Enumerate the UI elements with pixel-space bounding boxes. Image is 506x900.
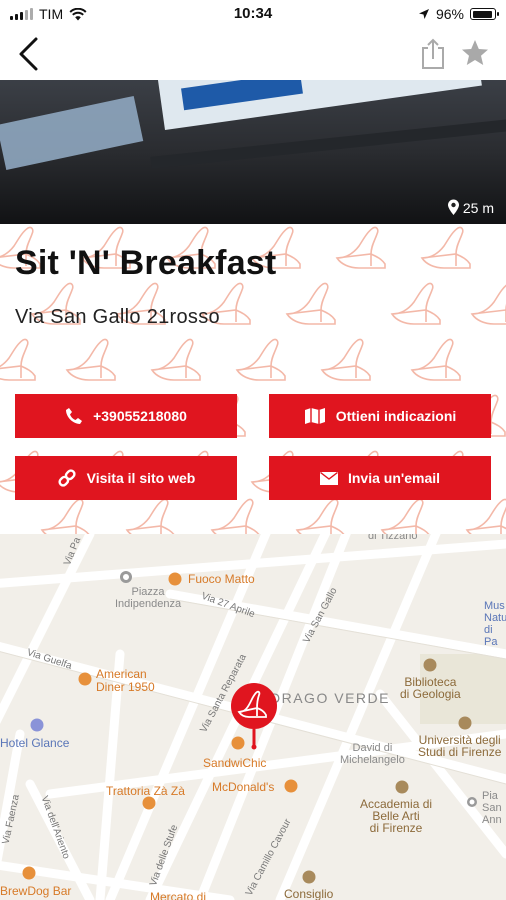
location-pin-icon [447, 199, 459, 215]
website-button[interactable]: Visita il sito web [15, 456, 237, 500]
venue-marker-icon[interactable] [229, 682, 279, 750]
map-label-consiglio: Consiglio [284, 887, 334, 900]
distance-value: 25 m [462, 199, 494, 216]
map-label-tizzano: di Tizzano [368, 534, 418, 542]
restaurant-icon [78, 672, 92, 686]
map-label-trattoria: Trattoria Zà Zà [106, 784, 185, 798]
map-label-mercato: Mercato di [150, 890, 207, 900]
call-button-label: +39055218080 [93, 408, 187, 424]
distance-badge: 25 m [447, 199, 494, 216]
email-button-label: Invia un'email [347, 470, 441, 486]
map-label-piazza: Piazza Indipendenza [115, 586, 181, 610]
map-label-biblioteca: Biblioteca di Geologia [400, 675, 461, 701]
website-button-label: Visita il sito web [86, 470, 196, 486]
map-label-fuoco-matto: Fuoco Matto [188, 572, 255, 586]
map-label-santissima: Pia San Ann [482, 790, 502, 826]
map-label-piazza-text: Piazza Indipendenza [115, 586, 182, 610]
place-address: Via San Gallo 21rosso [15, 306, 220, 328]
map-view[interactable]: Piazza Indipendenza Fuoco Matto American… [0, 534, 506, 900]
share-icon[interactable] [420, 38, 446, 70]
map-label-hotel-glance: Hotel Glance [0, 736, 70, 750]
mail-icon [319, 471, 338, 485]
status-right: 96% [418, 6, 499, 22]
map-label-musei: Mus Natu di Pa [484, 600, 506, 648]
map-label-american-diner: American Diner 1950 [96, 667, 155, 694]
map-label-david: David di Michelangelo [340, 742, 405, 766]
library-icon [423, 658, 437, 672]
map-label-drago-verde: DRAGO VERDE [270, 690, 390, 706]
battery-percent: 96% [435, 6, 464, 22]
map-label-brewdog: BrewDog Bar [0, 884, 72, 898]
directions-button[interactable]: Ottieni indicazioni [269, 394, 491, 438]
square-icon [467, 797, 477, 807]
email-button[interactable]: Invia un'email [269, 456, 491, 500]
status-bar: TIM 10:34 96% [0, 0, 506, 28]
bar-icon [22, 866, 36, 880]
place-info: Sit 'N' Breakfast Via San Gallo 21rosso … [0, 224, 506, 534]
hero-image: 25 m [0, 80, 506, 224]
hero-sign-left [0, 95, 144, 171]
hero-awning [150, 119, 506, 169]
map-label-universita: Università degli Studi di Firenze [418, 733, 502, 759]
building-icon [302, 870, 316, 884]
directions-button-label: Ottieni indicazioni [335, 408, 457, 424]
museum-icon [395, 780, 409, 794]
hotel-icon [30, 718, 44, 732]
star-icon[interactable] [460, 38, 490, 68]
call-button[interactable]: +39055218080 [15, 394, 237, 438]
university-icon [458, 716, 472, 730]
restaurant-icon [168, 572, 182, 586]
restaurant-icon [142, 796, 156, 810]
restaurant-icon [284, 779, 298, 793]
map-icon [304, 408, 325, 424]
location-arrow-icon [418, 9, 429, 19]
square-icon [120, 571, 132, 583]
phone-icon [66, 408, 83, 424]
map-label-accademia: Accademia di Belle Arti di Firenze [360, 797, 433, 835]
chevron-left-icon[interactable] [14, 36, 44, 72]
battery-icon [470, 8, 499, 20]
map-label-sandwichic: SandwiChic [203, 756, 267, 770]
place-title: Sit 'N' Breakfast [15, 244, 277, 282]
link-icon [58, 469, 76, 487]
map-label-mcdonalds: McDonald's [212, 780, 275, 794]
nav-bar [0, 28, 506, 80]
